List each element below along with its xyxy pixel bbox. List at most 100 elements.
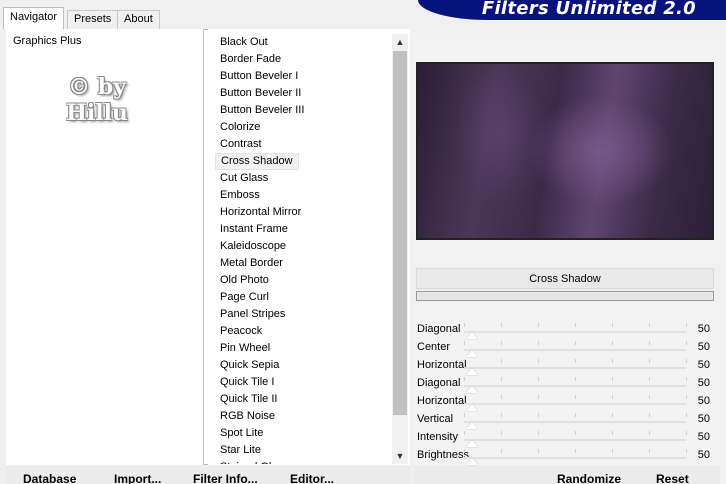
slider-tick (538, 395, 539, 399)
slider-tick (612, 341, 613, 345)
filter-item[interactable]: Colorize (215, 121, 265, 133)
filter-item[interactable]: Contrast (215, 138, 267, 150)
slider-tick (538, 323, 539, 327)
param-slider[interactable] (464, 413, 687, 423)
tab-about[interactable]: About (117, 10, 160, 29)
filter-list-row: Button Beveler I (215, 68, 309, 85)
slider-tick (464, 359, 465, 363)
filter-item[interactable]: Peacock (215, 325, 267, 337)
slider-tick (464, 449, 465, 453)
param-slider[interactable] (464, 377, 687, 387)
randomize-button[interactable]: Randomize (557, 472, 621, 484)
slider-thumb[interactable] (466, 332, 478, 339)
filter-item[interactable]: Stained Glass (215, 461, 293, 464)
filter-item[interactable]: Spot Lite (215, 427, 268, 439)
slider-tick (538, 431, 539, 435)
param-label: Diagonal (417, 323, 461, 335)
chevron-down-icon[interactable]: ▼ (392, 448, 408, 464)
param-slider[interactable] (464, 395, 687, 405)
slider-tick (575, 395, 576, 399)
slider-tick (464, 413, 465, 417)
filter-list-row: Border Fade (215, 51, 309, 68)
param-row: Horizontal 50 (416, 394, 714, 411)
filter-item[interactable]: RGB Noise (215, 410, 280, 422)
slider-tick (686, 359, 687, 363)
tab-navigator[interactable]: Navigator (3, 7, 65, 29)
slider-tick (612, 359, 613, 363)
slider-thumb[interactable] (466, 368, 478, 375)
param-value: 50 (697, 449, 710, 461)
filter-item[interactable]: Star Lite (215, 444, 266, 456)
slider-thumb[interactable] (466, 404, 478, 411)
filter-item[interactable]: Emboss (215, 189, 265, 201)
filter-item[interactable]: Horizontal Mirror (215, 206, 306, 218)
param-row: Vertical 50 (416, 412, 714, 429)
slider-thumb[interactable] (466, 422, 478, 429)
param-value: 50 (697, 323, 710, 335)
scrollbar-thumb[interactable] (393, 51, 407, 415)
filter-item[interactable]: Old Photo (215, 274, 274, 286)
slider-tick (649, 449, 650, 453)
filter-item[interactable]: Kaleidoscope (215, 240, 291, 252)
filter-item[interactable]: Metal Border (215, 257, 288, 269)
slider-tick (575, 377, 576, 381)
watermark-line: © by (68, 74, 126, 100)
slider-tick (649, 413, 650, 417)
slider-tick (464, 377, 465, 381)
slider-tick (501, 413, 502, 417)
slider-thumb[interactable] (466, 458, 478, 465)
filter-item[interactable]: Pin Wheel (215, 342, 275, 354)
filter-item[interactable]: Panel Stripes (215, 308, 290, 320)
slider-thumb[interactable] (466, 386, 478, 393)
slider-tick (612, 323, 613, 327)
filter-item[interactable]: Quick Sepia (215, 359, 284, 371)
slider-thumb[interactable] (466, 350, 478, 357)
filter-list-scrollbar[interactable]: ▲ ▼ (392, 34, 408, 464)
filter-item[interactable]: Instant Frame (215, 223, 293, 235)
filter-item[interactable]: Black Out (215, 36, 273, 48)
chevron-up-icon[interactable]: ▲ (392, 34, 408, 50)
slider-tick (501, 431, 502, 435)
filter-list-row: Horizontal Mirror (215, 204, 309, 221)
tab-presets[interactable]: Presets (67, 10, 119, 29)
editor-button[interactable]: Editor... (290, 472, 334, 484)
param-slider[interactable] (464, 323, 687, 333)
watermark-line: Hillu (66, 100, 128, 126)
filter-item[interactable]: Button Beveler I (215, 70, 303, 82)
param-value: 50 (697, 431, 710, 443)
slider-thumb[interactable] (466, 440, 478, 447)
slider-tick (501, 377, 502, 381)
filter-list-row: Panel Stripes (215, 306, 309, 323)
filter-item[interactable]: Button Beveler III (215, 104, 309, 116)
import-button[interactable]: Import... (114, 472, 161, 484)
param-value: 50 (697, 413, 710, 425)
slider-tick (538, 359, 539, 363)
filter-list-row: Pin Wheel (215, 340, 309, 357)
param-label: Horizontal (417, 395, 467, 407)
database-button[interactable]: Database (23, 472, 76, 484)
filter-item[interactable]: Cut Glass (215, 172, 273, 184)
filter-item[interactable]: Page Curl (215, 291, 274, 303)
preview-image (416, 62, 714, 240)
reset-button[interactable]: Reset (656, 472, 689, 484)
filter-item[interactable]: Border Fade (215, 53, 286, 65)
filter-item[interactable]: Quick Tile I (215, 376, 279, 388)
param-row: Center 50 (416, 340, 714, 357)
param-slider[interactable] (464, 449, 687, 459)
filter-item[interactable]: Button Beveler II (215, 87, 306, 99)
param-value: 50 (697, 341, 710, 353)
param-slider[interactable] (464, 341, 687, 351)
filter-list-row: Kaleidoscope (215, 238, 309, 255)
filter-list: Black Out Border Fade Button Beveler I Butt… (215, 34, 309, 464)
slider-tick (686, 449, 687, 453)
filter-item[interactable]: Quick Tile II (215, 393, 282, 405)
category-item[interactable]: Graphics Plus (13, 35, 81, 47)
filter-list-row: Black Out (215, 34, 309, 51)
filter-info-button[interactable]: Filter Info... (193, 472, 258, 484)
param-slider[interactable] (464, 359, 687, 369)
filter-item[interactable]: Cross Shadow (215, 153, 299, 170)
slider-tick (464, 431, 465, 435)
slider-tick (649, 359, 650, 363)
param-slider[interactable] (464, 431, 687, 441)
app-title: Filters Unlimited 2.0 (481, 0, 696, 19)
